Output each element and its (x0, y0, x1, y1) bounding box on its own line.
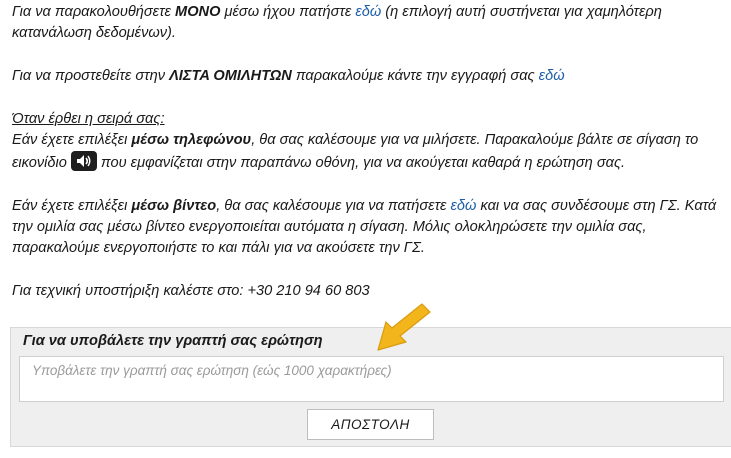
video-instructions-paragraph: Εάν έχετε επιλέξει μέσω βίντεο, θα σας κ… (12, 196, 722, 259)
speaker-icon (70, 151, 97, 171)
question-panel-title: Για να υποβάλετε την γραπτή σας ερώτηση (23, 333, 323, 349)
text: Εάν έχετε επιλέξει (12, 198, 132, 214)
text: Για να προστεθείτε στην (12, 68, 170, 84)
text: που εμφανίζεται στην παραπάνω οθόνη, για… (100, 155, 626, 171)
text: Εάν έχετε επιλέξει (12, 132, 132, 148)
emphasis-text: μέσω τηλεφώνου (131, 132, 252, 148)
section-heading: Όταν έρθει η σειρά σας: (12, 111, 165, 127)
speakers-list-paragraph: Για να προστεθείτε στην ΛΙΣΤΑ ΟΜΙΛΗΤΩΝ π… (12, 66, 722, 87)
text: , θα σας καλέσουμε για να πατήσετε (216, 198, 451, 214)
submit-question-button[interactable]: ΑΠΟΣΤΟΛΗ (307, 409, 434, 440)
register-speaker-link[interactable]: εδώ (539, 68, 565, 84)
question-panel: Για να υποβάλετε την γραπτή σας ερώτηση … (10, 327, 731, 447)
video-connect-link[interactable]: εδώ (451, 198, 477, 214)
text: μέσω ήχου πατήστε (220, 4, 356, 20)
tech-support-paragraph: Για τεχνική υποστήριξη καλέστε στο: +30 … (12, 283, 370, 299)
emphasis-text: ΛΙΣΤΑ ΟΜΙΛΗΤΩΝ (169, 68, 292, 84)
emphasis-text: μέσω βίντεο (131, 198, 217, 214)
audio-only-link[interactable]: εδώ (355, 4, 381, 20)
text: παρακαλούμε κάντε την εγγραφή σας (291, 68, 539, 84)
audio-only-paragraph: Για να παρακολουθήσετε ΜΟΝΟ μέσω ήχου πα… (12, 2, 722, 44)
question-input[interactable] (19, 356, 724, 402)
instructions-content: Για να παρακολουθήσετε ΜΟΝΟ μέσω ήχου πα… (12, 2, 722, 302)
phone-instructions-paragraph: Όταν έρθει η σειρά σας: Εάν έχετε επιλέξ… (12, 109, 722, 174)
text: Για να παρακολουθήσετε (12, 4, 176, 20)
emphasis-text: ΜΟΝΟ (175, 4, 221, 20)
arrow-pointer-icon (377, 303, 431, 351)
